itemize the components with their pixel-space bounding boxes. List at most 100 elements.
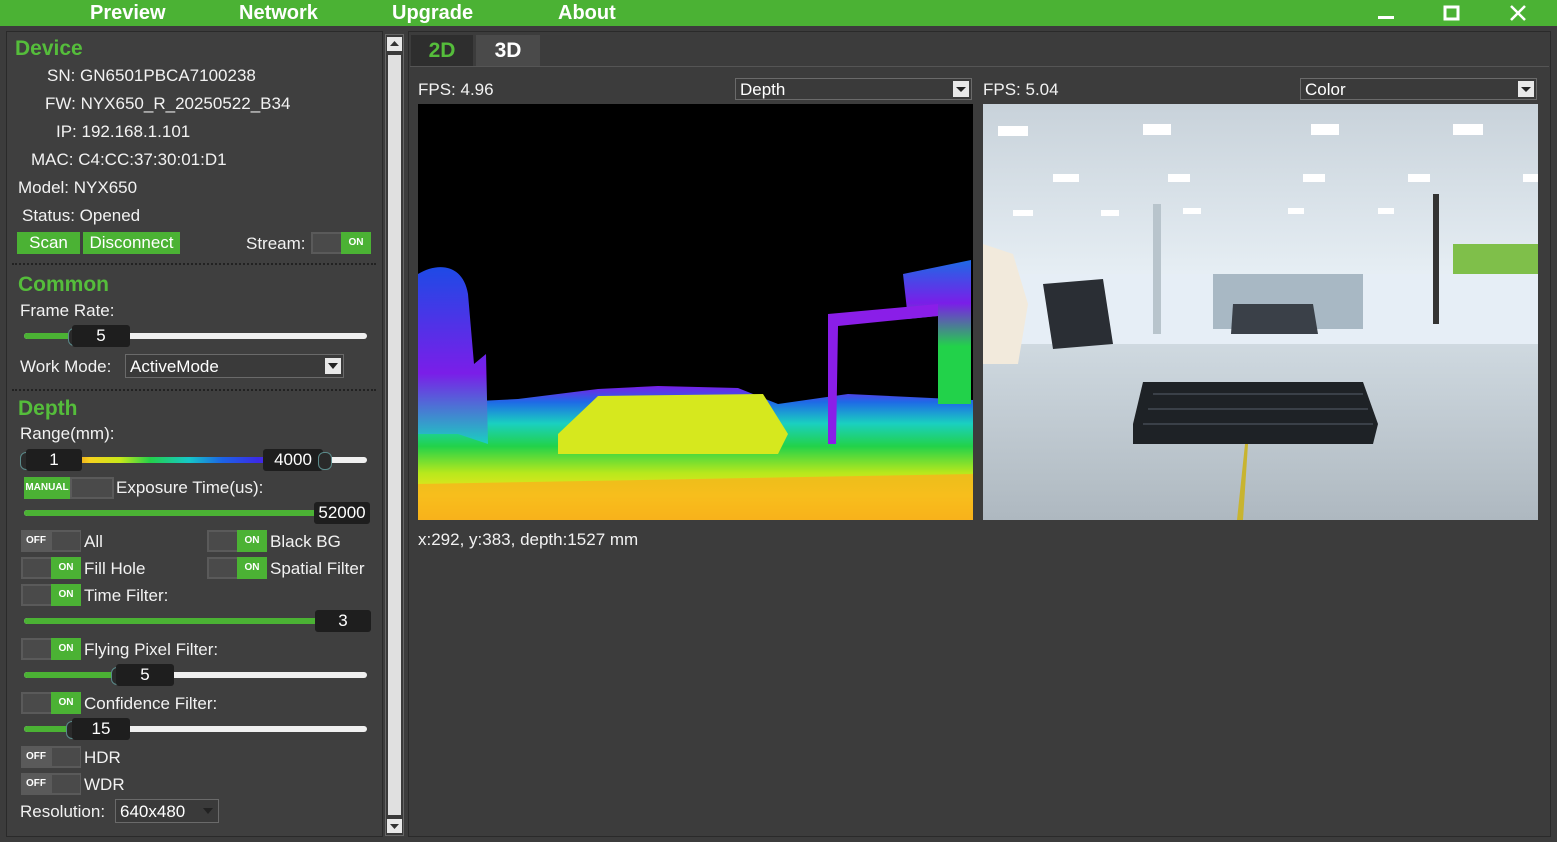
chevron-down-icon xyxy=(390,824,399,829)
maximize-button[interactable] xyxy=(1434,0,1470,26)
device-status: Status: Opened xyxy=(22,206,141,225)
color-view[interactable] xyxy=(983,104,1538,520)
fill-hole-label: Fill Hole xyxy=(84,559,146,578)
fill-hole-toggle-state: ON xyxy=(51,557,81,579)
scroll-up-button[interactable] xyxy=(387,37,402,51)
time-filter-value: 3 xyxy=(315,610,371,632)
all-toggle-state: OFF xyxy=(21,530,51,552)
spatial-filter-toggle[interactable]: ON xyxy=(207,557,267,579)
depth-readout: x:292, y:383, depth:1527 mm xyxy=(418,530,639,549)
menu-upgrade[interactable]: Upgrade xyxy=(392,1,473,25)
close-button[interactable] xyxy=(1500,0,1536,26)
time-filter-slider-fill xyxy=(24,618,324,624)
wdr-label: WDR xyxy=(84,775,125,794)
flying-pixel-slider-fill xyxy=(24,672,119,678)
work-mode-value: ActiveMode xyxy=(130,357,219,376)
color-fps: FPS: 5.04 xyxy=(983,80,1059,99)
tab-2d[interactable]: 2D xyxy=(411,35,473,66)
color-camera-image xyxy=(983,104,1538,520)
device-section-title: Device xyxy=(15,37,83,60)
frame-rate-value: 5 xyxy=(72,325,130,347)
time-filter-toggle[interactable]: ON xyxy=(21,584,81,606)
range-max-handle[interactable] xyxy=(318,452,332,470)
wdr-toggle[interactable]: OFF xyxy=(21,773,81,795)
confidence-toggle[interactable]: ON xyxy=(21,692,81,714)
stream-toggle-state: ON xyxy=(341,232,371,254)
scroll-down-button[interactable] xyxy=(387,819,402,833)
minimize-icon xyxy=(1378,16,1394,19)
scroll-thumb[interactable] xyxy=(388,55,401,815)
confidence-value: 15 xyxy=(72,718,130,740)
exposure-mode-toggle[interactable]: MANUAL xyxy=(24,477,114,499)
black-bg-toggle[interactable]: ON xyxy=(207,530,267,552)
chevron-down-icon xyxy=(1518,81,1534,97)
exposure-mode-state: MANUAL xyxy=(24,477,70,499)
common-section-title: Common xyxy=(18,273,109,296)
flying-pixel-toggle-state: ON xyxy=(51,638,81,660)
black-bg-label: Black BG xyxy=(270,532,341,551)
range-max-value: 4000 xyxy=(263,449,323,471)
flying-pixel-label: Flying Pixel Filter: xyxy=(84,640,219,659)
menu-preview[interactable]: Preview xyxy=(90,1,166,25)
exposure-label: Exposure Time(us): xyxy=(116,478,264,497)
chevron-down-icon xyxy=(325,358,341,374)
right-view-mode-value: Color xyxy=(1305,80,1346,99)
work-mode-label: Work Mode: xyxy=(20,357,112,376)
tab-3d[interactable]: 3D xyxy=(476,35,540,66)
chevron-down-icon xyxy=(953,81,969,97)
depth-view[interactable] xyxy=(418,104,973,520)
stream-toggle[interactable]: ON xyxy=(311,232,371,254)
frame-rate-slider-fill xyxy=(24,333,74,339)
frame-rate-label: Frame Rate: xyxy=(20,301,115,320)
disconnect-button[interactable]: Disconnect xyxy=(83,232,180,254)
resolution-select[interactable]: 640x480 xyxy=(115,799,219,823)
left-view-mode-value: Depth xyxy=(740,80,786,99)
confidence-label: Confidence Filter: xyxy=(84,694,218,713)
range-label: Range(mm): xyxy=(20,424,115,443)
settings-scrollbar[interactable] xyxy=(385,34,404,836)
device-sn: SN: GN6501PBCA7100238 xyxy=(47,66,256,85)
depth-fps: FPS: 4.96 xyxy=(418,80,494,99)
time-filter-toggle-state: ON xyxy=(51,584,81,606)
stream-label: Stream: xyxy=(246,234,306,253)
depth-section-title: Depth xyxy=(18,397,78,420)
left-view-mode-select[interactable]: Depth xyxy=(735,78,972,100)
confidence-toggle-state: ON xyxy=(51,692,81,714)
time-filter-label: Time Filter: xyxy=(84,586,169,605)
maximize-icon xyxy=(1443,5,1460,21)
divider xyxy=(12,263,376,265)
device-ip: IP: 192.168.1.101 xyxy=(56,122,191,141)
flying-pixel-toggle[interactable]: ON xyxy=(21,638,81,660)
close-icon xyxy=(1510,5,1526,21)
wdr-toggle-state: OFF xyxy=(21,773,51,795)
title-bar: Preview Network Upgrade About xyxy=(0,0,1557,26)
divider xyxy=(12,389,376,391)
right-view-mode-select[interactable]: Color xyxy=(1300,78,1537,100)
resolution-label: Resolution: xyxy=(20,802,106,821)
all-label: All xyxy=(84,532,103,551)
scan-button[interactable]: Scan xyxy=(17,232,80,254)
depth-image xyxy=(418,260,973,520)
exposure-value: 52000 xyxy=(314,502,370,524)
work-mode-select[interactable]: ActiveMode xyxy=(125,354,344,378)
resolution-value: 640x480 xyxy=(120,802,186,821)
minimize-button[interactable] xyxy=(1368,0,1404,26)
device-fw: FW: NYX650_R_20250522_B34 xyxy=(45,94,291,113)
hdr-label: HDR xyxy=(84,748,121,767)
fill-hole-toggle[interactable]: ON xyxy=(21,557,81,579)
all-toggle[interactable]: OFF xyxy=(21,530,81,552)
range-min-value: 1 xyxy=(26,449,82,471)
menu-network[interactable]: Network xyxy=(239,1,318,25)
chevron-down-icon xyxy=(200,803,216,819)
confidence-slider-fill xyxy=(24,726,72,732)
menu-about[interactable]: About xyxy=(558,1,616,25)
chevron-up-icon xyxy=(390,41,399,46)
device-model: Model: NYX650 xyxy=(18,178,138,197)
hdr-toggle-state: OFF xyxy=(21,746,51,768)
tab-divider xyxy=(410,66,1549,67)
black-bg-toggle-state: ON xyxy=(237,530,267,552)
flying-pixel-value: 5 xyxy=(116,664,174,686)
hdr-toggle[interactable]: OFF xyxy=(21,746,81,768)
spatial-filter-toggle-state: ON xyxy=(237,557,267,579)
spatial-filter-label: Spatial Filter xyxy=(270,559,365,578)
